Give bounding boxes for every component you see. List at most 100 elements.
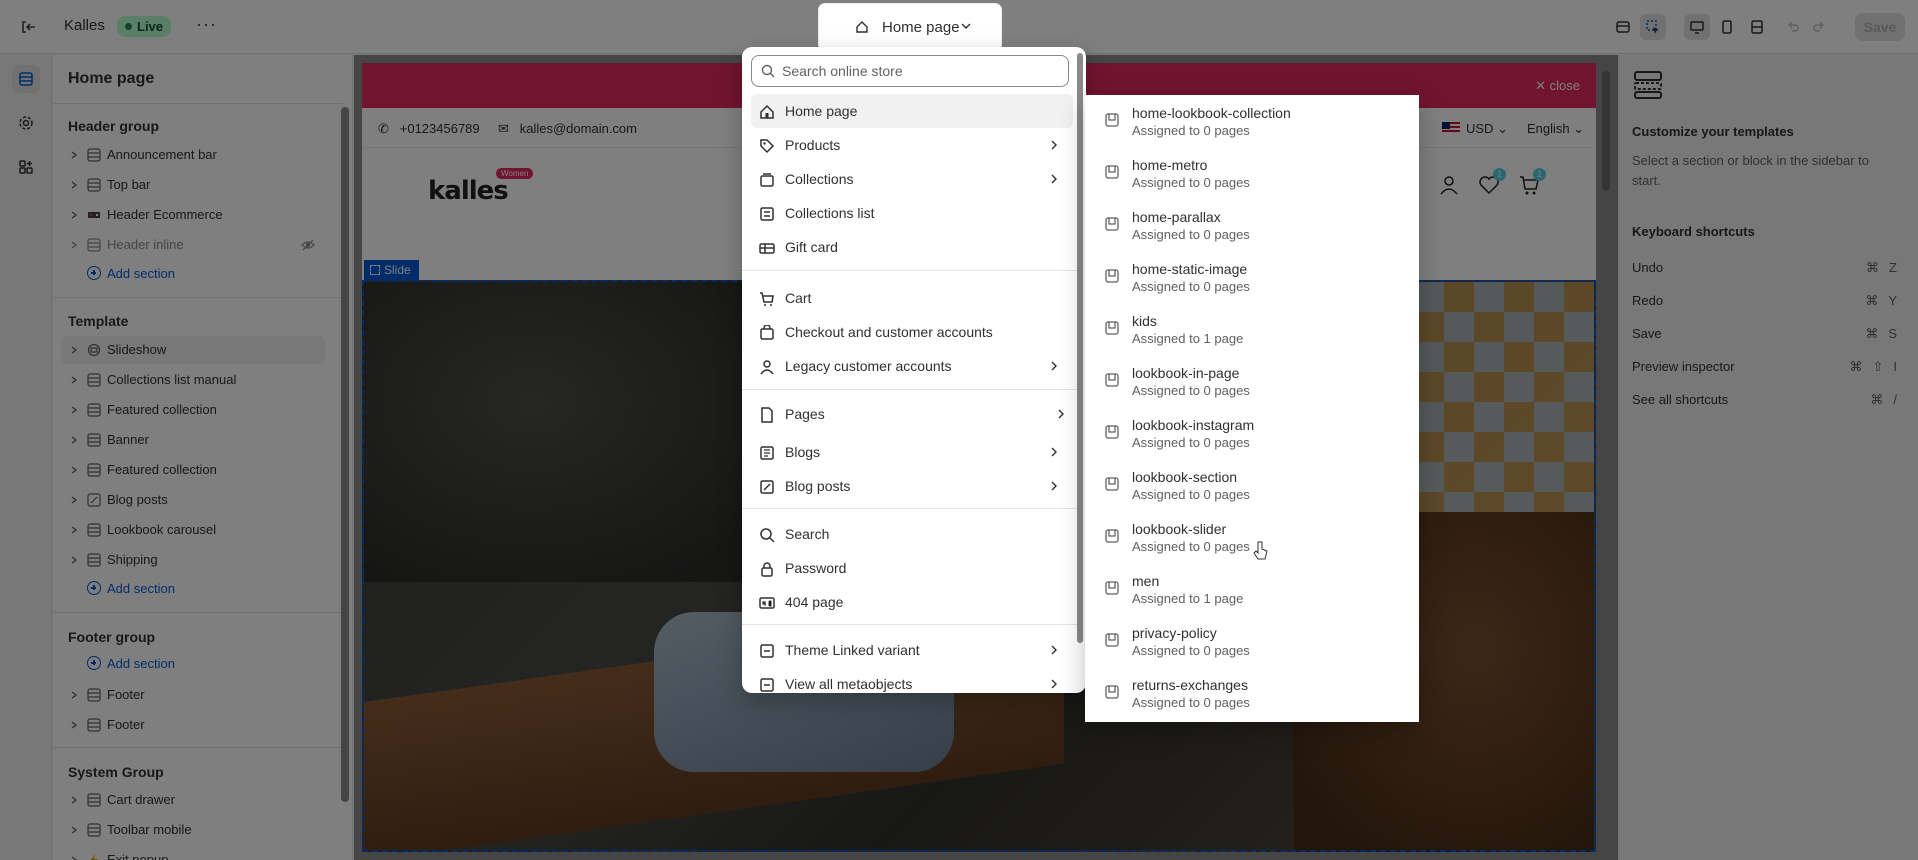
menu-item-label: Password [785,560,847,576]
search-icon [760,528,775,543]
template-name: kids [1132,313,1157,329]
menu-item-label: Collections [785,171,854,187]
menu-item-blog-posts[interactable]: Blog posts [751,469,1073,503]
template-name: returns-exchanges [1132,677,1248,693]
chevron-right-icon [1051,679,1057,689]
template-icon [1105,581,1119,595]
blog-icon [760,446,774,460]
template-assignment: Assigned to 0 pages [1132,695,1250,710]
home-icon [856,21,868,33]
template-name: lookbook-section [1132,469,1238,485]
menu-divider [742,270,1078,271]
template-icon [1105,425,1119,439]
menu-item-legacy-customer-accounts[interactable]: Legacy customer accounts [751,349,1073,383]
template-assignment: Assigned to 0 pages [1132,227,1250,242]
post-icon [760,480,774,494]
menu-divider [742,389,1078,390]
menu-item-collections-list[interactable]: Collections list [751,196,1073,230]
menu-item-label: Home page [785,103,858,119]
template-name: lookbook-slider [1132,521,1227,537]
template-icon [1105,217,1119,231]
template-name: privacy-policy [1132,625,1217,641]
list-icon [760,207,774,221]
template-name: home-static-image [1132,261,1248,277]
chevron-down-icon [961,23,971,29]
404-icon [759,597,775,609]
page-template-lookbook-in-page[interactable]: lookbook-in-page Assigned to 0 pages [1089,355,1415,407]
template-icon [1105,321,1119,335]
page-template-lookbook-slider[interactable]: lookbook-slider Assigned to 0 pages [1089,511,1415,563]
menu-item-label: Blog posts [785,478,851,494]
page-selector-button[interactable]: Home page [819,4,1001,50]
metaobject-icon [760,644,774,658]
menu-item-password[interactable]: Password [751,551,1073,585]
menu-item-home-page[interactable]: Home page [751,94,1073,128]
page-template-home-parallax[interactable]: home-parallax Assigned to 0 pages [1089,199,1415,251]
template-icon [1105,477,1119,491]
page-template-home-metro[interactable]: home-metro Assigned to 0 pages [1089,147,1415,199]
collection-icon [760,173,774,187]
page-template-home-lookbook-collection[interactable]: home-lookbook-collection Assigned to 0 p… [1089,95,1415,147]
template-assignment: Assigned to 0 pages [1132,175,1250,190]
person-icon [760,360,774,375]
template-assignment: Assigned to 0 pages [1132,487,1250,502]
menu-item-blogs[interactable]: Blogs [751,435,1073,469]
chevron-right-icon [1051,645,1057,655]
menu-scrollbar[interactable] [1077,53,1083,643]
template-assignment: Assigned to 0 pages [1132,435,1250,450]
menu-item-404-page[interactable]: 404 page [751,585,1073,619]
menu-item-gift-card[interactable]: Gift card [751,230,1073,264]
menu-divider [742,508,1078,509]
page-icon [761,407,773,423]
menu-item-label: Products [785,137,841,153]
page-template-lookbook-instagram[interactable]: lookbook-instagram Assigned to 0 pages [1089,407,1415,459]
page-template-privacy-policy[interactable]: privacy-policy Assigned to 0 pages [1089,615,1415,667]
menu-item-label: Checkout and customer accounts [785,324,993,340]
page-template-lookbook-section[interactable]: lookbook-section Assigned to 0 pages [1089,459,1415,511]
page-template-returns-exchanges[interactable]: returns-exchanges Assigned to 0 pages [1089,667,1415,719]
menu-item-theme-linked-variant[interactable]: Theme Linked variant [751,633,1073,667]
page-selector-label: Home page [882,19,960,36]
menu-item-products[interactable]: Products [751,128,1073,162]
menu-item-search[interactable]: Search [751,517,1073,551]
metaobject-icon [760,678,774,692]
template-assignment: Assigned to 0 pages [1132,279,1250,294]
template-icon [1105,529,1119,543]
menu-item-label: Cart [785,290,812,306]
chevron-right-icon [1051,174,1057,184]
template-assignment: Assigned to 0 pages [1132,383,1250,398]
menu-item-label: Blogs [785,444,821,460]
tag-icon [760,139,775,154]
template-icon [1105,633,1119,647]
menu-item-label: Legacy customer accounts [785,358,952,374]
template-name: men [1132,573,1160,589]
page-template-men[interactable]: men Assigned to 1 page [1089,563,1415,615]
lock-icon [761,562,773,577]
template-icon [1105,373,1119,387]
menu-item-label: Pages [785,406,825,422]
menu-item-checkout[interactable]: Checkout and customer accounts [751,315,1073,349]
cart-icon [760,292,774,306]
menu-item-pages[interactable]: Pages [751,395,1080,433]
template-icon [1105,685,1119,699]
chevron-right-icon [1051,481,1057,491]
menu-item-label: View all metaobjects [785,676,913,692]
menu-item-collections[interactable]: Collections [751,162,1073,196]
chevron-right-icon [1051,447,1057,457]
template-name: home-lookbook-collection [1132,105,1291,121]
page-template-kids[interactable]: kids Assigned to 1 page [1089,303,1415,355]
template-name: lookbook-instagram [1132,417,1255,433]
chevron-right-icon [1051,361,1057,371]
gift-card-icon [759,243,775,254]
menu-item-cart[interactable]: Cart [751,281,1073,315]
search-online-store-field[interactable] [751,55,1069,87]
menu-item-label: Search [785,526,830,542]
page-template-home-static-image[interactable]: home-static-image Assigned to 0 pages [1089,251,1415,303]
pages-submenu: home-lookbook-collection Assigned to 0 p… [1085,95,1419,722]
search-online-store-input[interactable] [782,63,1052,79]
menu-item-view-all-metaobjects[interactable]: View all metaobjects [751,667,1073,693]
template-icon [1105,269,1119,283]
menu-item-label: 404 page [785,594,844,610]
template-name: home-parallax [1132,209,1221,225]
template-icon [1105,113,1119,127]
